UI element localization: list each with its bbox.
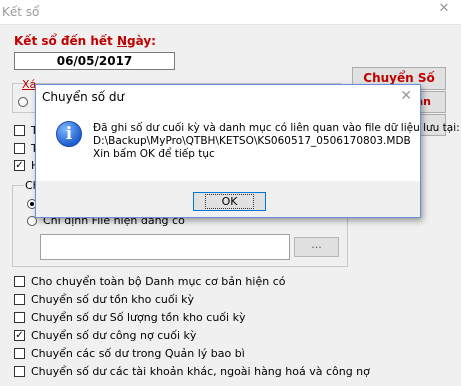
dialog-message-line-1: Đã ghi số dư cuối kỳ và danh mục có liên… bbox=[93, 122, 460, 134]
option-checkbox-4[interactable] bbox=[14, 348, 25, 359]
date-label-post: gày: bbox=[127, 34, 156, 48]
option-label-0: Cho chuyển toàn bộ Danh mục cơ bản hiện … bbox=[31, 275, 286, 288]
date-label-pre: Kết sổ đến hết bbox=[14, 34, 117, 48]
dialog-message-line-3: Xin bấm OK để tiếp tục bbox=[93, 148, 215, 160]
option-checkbox-2[interactable] bbox=[14, 312, 25, 323]
checkbox-hidden-3[interactable] bbox=[14, 160, 25, 171]
option-label-1: Chuyển số dư tồn kho cuối kỳ bbox=[31, 293, 195, 306]
option-label-5: Chuyển số dư các tài khoản khác, ngoài h… bbox=[31, 365, 370, 378]
window-titlebar: Kết sổ ✕ bbox=[0, 0, 461, 25]
dialog-title: Chuyển số dư bbox=[42, 90, 125, 104]
option-label-2: Chuyển số dư Số lượng tồn kho cuối kỳ bbox=[31, 311, 246, 324]
date-label-accel: N bbox=[116, 34, 128, 48]
window-title: Kết sổ bbox=[2, 5, 40, 19]
option-label-3: Chuyển số dư công nợ cuối kỳ bbox=[31, 329, 197, 342]
dialog-close-icon[interactable]: ✕ bbox=[400, 88, 412, 104]
file-path-input[interactable] bbox=[40, 234, 290, 260]
option-checkbox-0[interactable] bbox=[14, 276, 25, 287]
ok-button[interactable]: OK bbox=[193, 192, 266, 211]
option-checkbox-1[interactable] bbox=[14, 294, 25, 305]
information-icon: i bbox=[56, 121, 82, 147]
option-checkbox-5[interactable] bbox=[14, 366, 25, 377]
end-date-input[interactable]: 06/05/2017 bbox=[14, 52, 175, 70]
checkbox-hidden-1[interactable] bbox=[14, 125, 25, 136]
date-label: Kết sổ đến hết Ngày: bbox=[14, 34, 156, 48]
dialog-titlebar: Chuyển số dư ✕ bbox=[36, 85, 420, 109]
ok-button-label: OK bbox=[204, 194, 255, 209]
browse-button[interactable]: ... bbox=[294, 237, 339, 257]
option-label-4: Chuyển các số dư trong Quản lý bao bì bbox=[31, 347, 245, 360]
message-dialog: Chuyển số dư ✕ i Đã ghi số dư cuối kỳ và… bbox=[35, 84, 460, 218]
close-icon[interactable]: ✕ bbox=[429, 1, 459, 21]
option-checkbox-3[interactable] bbox=[14, 330, 25, 341]
calc-radio[interactable] bbox=[18, 97, 28, 107]
dialog-message-line-2: D:\Backup\MyPro\QTBH\KETSO\KS060517_0506… bbox=[93, 135, 411, 147]
checkbox-hidden-2[interactable] bbox=[14, 143, 25, 154]
